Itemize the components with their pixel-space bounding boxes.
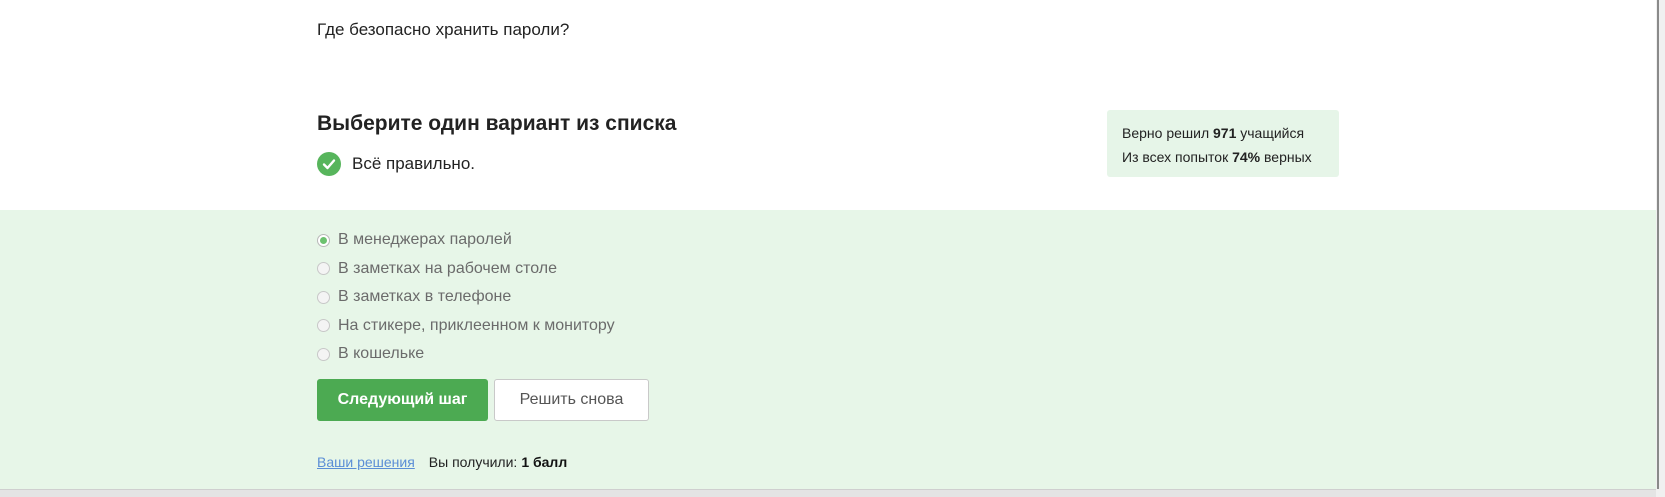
footer-row: Ваши решения Вы получили: 1 балл — [317, 454, 567, 470]
content-area: Где безопасно хранить пароли? Выберите о… — [0, 0, 1656, 489]
solved-stat: Верно решил 971 учащийся — [1122, 121, 1324, 145]
attempts-suffix: верных — [1264, 149, 1312, 165]
radio-button[interactable] — [317, 262, 330, 276]
bottom-divider — [0, 489, 1656, 497]
option-item[interactable]: В заметках на рабочем столе — [317, 255, 615, 284]
option-label: В менеджерах паролей — [338, 231, 512, 249]
radio-button-selected[interactable] — [317, 233, 330, 247]
question-text: Где безопасно хранить пароли? — [317, 20, 570, 39]
radio-button[interactable] — [317, 290, 330, 304]
next-step-button[interactable]: Следующий шаг — [317, 379, 488, 421]
solved-suffix: учащийся — [1240, 125, 1305, 141]
action-buttons: Следующий шаг Решить снова — [317, 379, 649, 421]
option-label: В заметках на рабочем столе — [338, 259, 558, 277]
your-solutions-link[interactable]: Ваши решения — [317, 454, 415, 470]
attempts-percent: 74% — [1232, 149, 1261, 165]
options-list: В менеджерах паролей В заметках на рабоч… — [317, 226, 615, 369]
retry-button[interactable]: Решить снова — [494, 379, 649, 421]
attempts-prefix: Из всех попыток — [1122, 149, 1229, 165]
check-circle-icon — [317, 152, 341, 176]
answer-panel: В менеджерах паролей В заметках на рабоч… — [0, 210, 1656, 489]
result-text: Всё правильно. — [352, 154, 476, 173]
option-label: В кошельке — [338, 345, 425, 363]
page: Где безопасно хранить пароли? Выберите о… — [0, 0, 1665, 497]
option-item[interactable]: На стикере, приклеенном к монитору — [317, 312, 615, 341]
scrollbar-thumb[interactable] — [1657, 0, 1659, 489]
result-status: Всё правильно. — [317, 152, 475, 176]
task-heading: Выберите один вариант из списка — [317, 112, 677, 135]
stats-box: Верно решил 971 учащийся Из всех попыток… — [1107, 110, 1339, 177]
radio-button[interactable] — [317, 347, 330, 361]
option-item[interactable]: В заметках в телефоне — [317, 283, 615, 312]
score-label: Вы получили: — [428, 454, 518, 470]
option-item[interactable]: В менеджерах паролей — [317, 226, 615, 255]
option-label: На стикере, приклеенном к монитору — [338, 316, 615, 334]
radio-button[interactable] — [317, 319, 330, 333]
solved-count: 971 — [1213, 125, 1237, 141]
attempts-stat: Из всех попыток 74% верных — [1122, 145, 1324, 169]
score-value: 1 балл — [521, 454, 568, 470]
option-label: В заметках в телефоне — [338, 288, 512, 306]
radio-dot — [320, 236, 327, 244]
option-item[interactable]: В кошельке — [317, 340, 615, 369]
solved-prefix: Верно решил — [1122, 125, 1210, 141]
